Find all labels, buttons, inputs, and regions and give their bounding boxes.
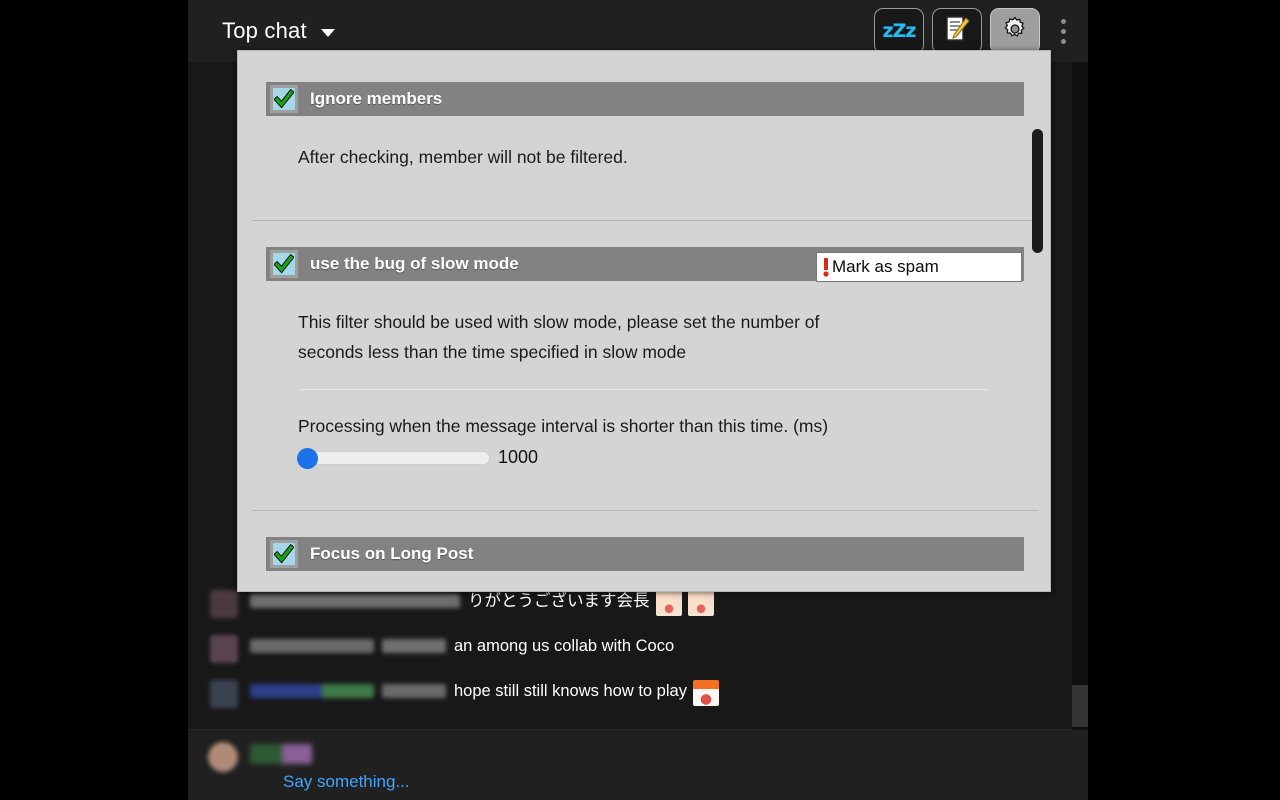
memo-button[interactable] [932,8,982,54]
section-slow-mode-bug: use the bug of slow mode Mark as spam Th… [266,247,1024,510]
sleep-mode-button[interactable]: zZz [874,8,924,54]
section-body: This filter should be used with slow mod… [266,281,1024,510]
settings-button[interactable] [990,8,1040,54]
message-text: りがとうございます会長 [468,592,650,610]
chat-scrollbar-track[interactable] [1072,62,1088,730]
divider [252,220,1038,221]
section-description-line-1: This filter should be used with slow mod… [298,312,820,332]
list-item[interactable]: hope still still knows how to play [210,680,1070,708]
green-check-icon[interactable] [270,250,298,278]
spam-action-select[interactable]: Mark as spam [816,251,1022,282]
author-badge [382,684,446,698]
avatar [208,742,238,772]
section-description: After checking, member will not be filte… [298,147,628,167]
divider [252,510,1038,511]
interval-slider[interactable] [297,447,490,469]
sticker-icon [687,590,714,616]
slider-label: Processing when the message interval is … [298,416,829,436]
section-body: After checking, member will not be filte… [266,116,1024,220]
author-badge [382,639,446,653]
section-title: Ignore members [310,89,443,108]
author-name [250,744,312,764]
avatar [210,635,238,663]
slider-value: 1000 [498,447,539,467]
message-text: an among us collab with Coco [454,637,675,655]
green-check-icon[interactable] [270,85,298,113]
section-header[interactable]: Ignore members [266,82,1024,116]
inner-divider [300,389,988,390]
sticker-icon [692,680,719,706]
slider-thumb[interactable] [297,447,318,469]
memo-pencil-icon [944,15,970,48]
message-text: hope still still knows how to play [454,682,687,700]
chat-scrollbar-thumb[interactable] [1072,685,1088,727]
green-check-icon[interactable] [270,540,298,568]
avatar [210,680,238,708]
panel-scrollbar-thumb[interactable] [1032,129,1043,253]
chat-composer[interactable]: Say something... [188,729,1088,800]
kebab-menu-icon[interactable] [1048,8,1078,54]
section-focus-long-post: Focus on Long Post [266,537,1024,571]
section-title: Focus on Long Post [310,544,474,563]
spam-action-value: Mark as spam [832,256,939,276]
chat-mode-title[interactable]: Top chat [222,18,307,44]
interval-slider-row: 1000 [297,447,1022,469]
settings-panel-scroll-area[interactable]: Ignore members After checking, member wi… [238,51,1050,591]
avatar [210,590,238,618]
zzz-icon: zZz [882,20,917,42]
section-description-line-2: seconds less than the time specified in … [298,342,687,362]
section-header-actions: Mark as spam [816,247,1024,282]
screen: Top chat zZz りがとうございます会長 an among us col… [0,0,1280,800]
list-item[interactable]: an among us collab with Coco [210,635,1070,663]
section-title: use the bug of slow mode [310,254,519,273]
author-name [250,639,374,653]
section-header[interactable]: Focus on Long Post [266,537,1024,571]
message-input[interactable]: Say something... [283,772,410,792]
sticker-icon [655,590,682,616]
settings-panel: Ignore members After checking, member wi… [237,50,1051,592]
section-header[interactable]: use the bug of slow mode Mark as spam [266,247,1024,282]
red-exclamation-icon [821,256,831,278]
section-ignore-members: Ignore members After checking, member wi… [266,82,1024,220]
gear-icon [1001,15,1029,48]
author-name [250,684,374,698]
list-item[interactable]: りがとうございます会長 [210,590,1070,618]
author-name [250,594,460,608]
chevron-down-icon[interactable] [320,29,335,37]
